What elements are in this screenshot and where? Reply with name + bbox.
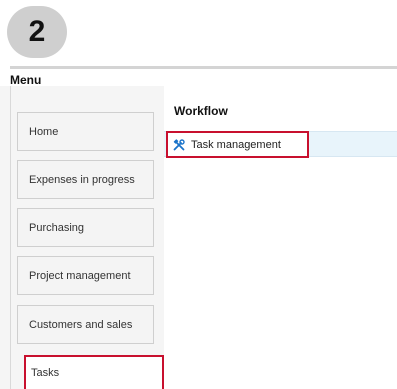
sidebar-item-tasks[interactable]: Tasks bbox=[24, 355, 164, 389]
section-title: Workflow bbox=[174, 104, 228, 118]
tools-icon bbox=[173, 138, 185, 150]
menu-header: Menu bbox=[10, 66, 397, 87]
sidebar-item-label: Purchasing bbox=[29, 221, 85, 234]
menu-title: Menu bbox=[10, 73, 42, 87]
task-management-label: Task management bbox=[191, 138, 281, 151]
sidebar-divider bbox=[10, 86, 11, 389]
sidebar-item-label: Customers and sales bbox=[29, 318, 133, 331]
task-management-link[interactable]: Task management bbox=[166, 131, 309, 158]
sidebar-item-label: Project management bbox=[29, 269, 131, 282]
sidebar-item-label: Expenses in progress bbox=[29, 173, 135, 186]
sidebar-item-expenses-in-progress[interactable]: Expenses in progress bbox=[17, 160, 154, 199]
sidebar-item-label: Tasks bbox=[31, 367, 60, 379]
step-number-badge: 2 bbox=[7, 6, 67, 58]
sidebar-item-customers-and-sales[interactable]: Customers and sales bbox=[17, 305, 154, 344]
sidebar-item-purchasing[interactable]: Purchasing bbox=[17, 208, 154, 247]
sidebar-item-label: Home bbox=[29, 125, 59, 138]
sidebar-item-home[interactable]: Home bbox=[17, 112, 154, 151]
sidebar-item-project-management[interactable]: Project management bbox=[17, 256, 154, 295]
